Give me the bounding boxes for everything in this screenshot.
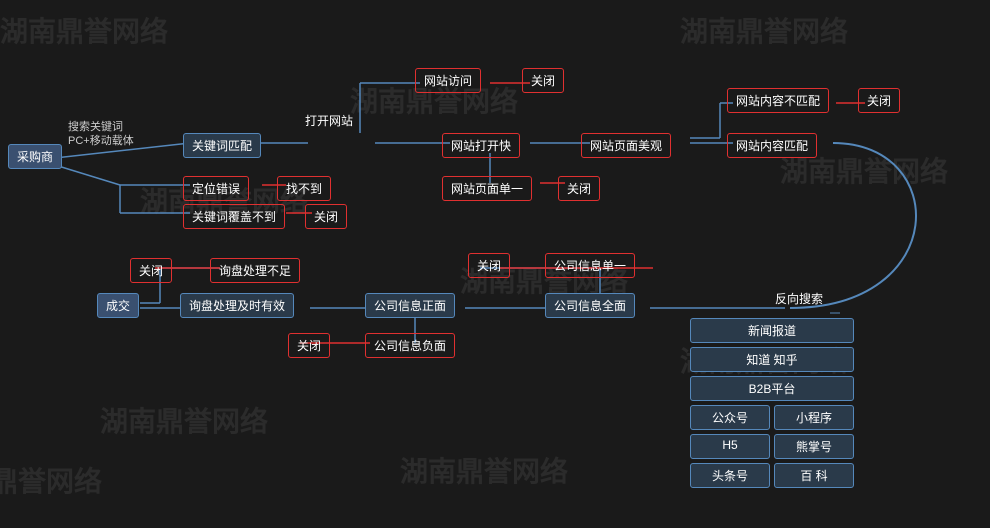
watermark-6: 湖南鼎誉网络 [100,400,268,440]
caigou-label: 采购商 [8,144,62,169]
baike: 百 科 [774,463,854,488]
caigou-node: 采购商 [8,144,62,169]
guanjianci-pipei-node: 关键词匹配 [183,133,261,158]
gongsi-danyi-node: 公司信息单一 [545,253,635,278]
wangzhan-danyi-node: 网站页面单一 [442,176,532,201]
fanxiang-sousuo-label: 反向搜索 [775,290,823,307]
wangzhan-fangwen-node: 网站访问 [415,68,481,93]
gongsi-fumian-node: 公司信息负面 [365,333,455,358]
gongsi-zhengmian-node: 公司信息正面 [365,293,455,318]
chengji-node: 成交 [97,293,139,318]
h5: H5 [690,434,770,459]
guanbi-danyi-node: 关闭 [558,176,600,201]
toutiaohao: 头条号 [690,463,770,488]
guanbi-fangwen-node: 关闭 [522,68,564,93]
dingwei-cuowu-node: 定位错误 [183,176,249,201]
wangzhan-dakai-kuai-node: 网站打开快 [442,133,520,158]
xinwen-baodao: 新闻报道 [690,318,854,343]
dakai-wangzhan-label: 打开网站 [305,112,353,129]
xiaochengxu: 小程序 [774,405,854,430]
watermark-7: 湖南鼎誉网络 [400,450,568,490]
watermark-1: 湖南鼎誉网络 [0,10,168,50]
fugai-buchao-node: 关键词覆盖不到 [183,204,285,229]
gongsi-quanmian-node: 公司信息全面 [545,293,635,318]
watermark-8: 鼎誉网络 [0,460,102,500]
zhaobuchao-node: 找不到 [277,176,331,201]
xunpan-youxiao-node: 询盘处理及时有效 [180,293,294,318]
wangzhan-meigu-node: 网站页面美观 [581,133,671,158]
guanbi-quanmian-node: 关闭 [468,253,510,278]
neirong-bupipei-node: 网站内容不匹配 [727,88,829,113]
pcyidong-label: PC+移动载体 [68,132,134,148]
guanbi-fumian-node: 关闭 [288,333,330,358]
guanbi-xunpan-node: 关闭 [130,258,172,283]
watermark-9: 湖南鼎誉网络 [680,10,848,50]
xiongzhanghao: 熊掌号 [774,434,854,459]
b2b-platform: B2B平台 [690,376,854,401]
neirong-pipei-node: 网站内容匹配 [727,133,817,158]
guanbi-neirong-node: 关闭 [858,88,900,113]
fanxiang-grid: 新闻报道 知道 知乎 B2B平台 公众号 小程序 H5 熊掌号 头条号 百 科 [690,318,854,488]
gongzhonghao: 公众号 [690,405,770,430]
zhidao-zhihu: 知道 知乎 [690,347,854,372]
xunpan-buchao-node: 询盘处理不足 [210,258,300,283]
guanbi-fugai-node: 关闭 [305,204,347,229]
